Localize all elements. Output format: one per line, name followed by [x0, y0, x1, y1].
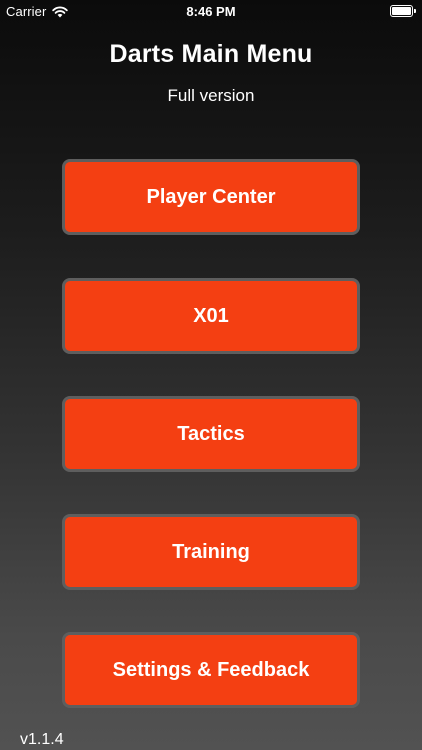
battery-fill [392, 7, 411, 15]
page-title: Darts Main Menu [109, 40, 313, 68]
battery-icon [390, 5, 416, 17]
player-center-button[interactable]: Player Center [62, 159, 360, 235]
status-time: 8:46 PM [186, 4, 236, 19]
page-subtitle: Full version [167, 86, 255, 105]
status-bar: Carrier 8:46 PM [0, 0, 422, 22]
settings-feedback-button[interactable]: Settings & Feedback [62, 632, 360, 708]
tactics-button[interactable]: Tactics [62, 396, 360, 472]
x01-button[interactable]: X01 [62, 278, 360, 354]
battery-cap [414, 9, 416, 13]
version-label: v1.1.4 [20, 731, 64, 748]
training-button[interactable]: Training [62, 514, 360, 590]
